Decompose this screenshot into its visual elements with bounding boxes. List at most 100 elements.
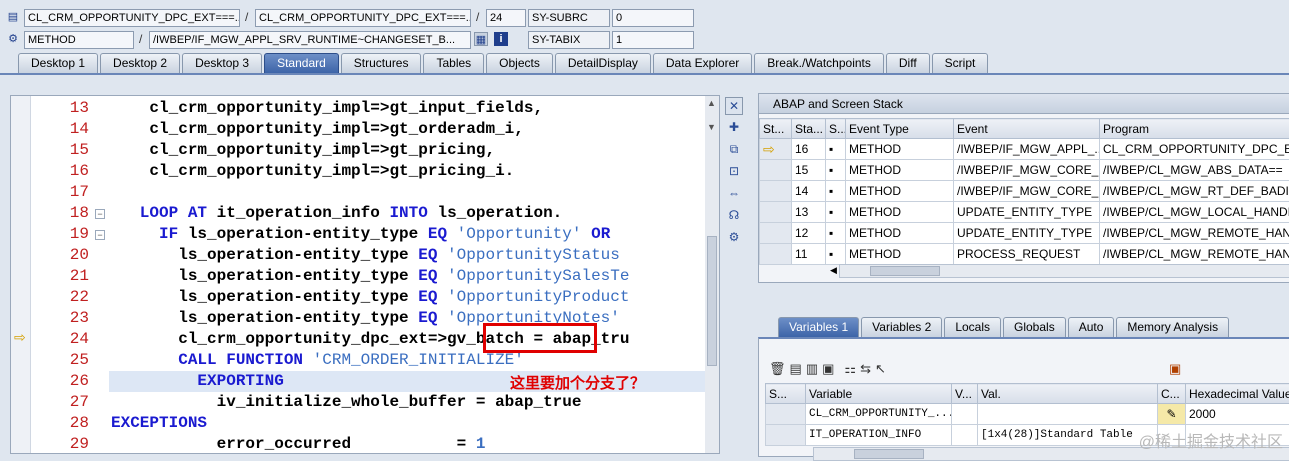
swap-tools-icon[interactable]: ⇔ — [725, 184, 743, 202]
column-header[interactable]: St... — [760, 119, 792, 139]
tab-memory-analysis[interactable]: Memory Analysis — [1116, 317, 1229, 337]
tab-standard[interactable]: Standard — [264, 53, 339, 73]
include-field[interactable]: CL_CRM_OPPORTUNITY_DPC_EXT===... — [255, 9, 471, 27]
replace-tool-icon[interactable]: ⧉ — [725, 140, 743, 158]
delete-icon[interactable]: 🗑 — [769, 361, 786, 377]
row-selector[interactable] — [766, 425, 806, 446]
column-header[interactable]: Program — [1100, 119, 1289, 139]
editor-scrollbar[interactable]: ▲ ▼ — [705, 96, 719, 454]
stack-horizontal-scrollbar[interactable]: ◀ — [839, 264, 1289, 278]
column-header[interactable]: C... — [1158, 384, 1186, 404]
maximize-icon[interactable]: ⊡ — [725, 162, 743, 180]
column-header[interactable]: Val. — [978, 384, 1158, 404]
row-selector[interactable] — [760, 223, 792, 244]
clear-row-icon[interactable]: ▣ — [822, 361, 834, 377]
tab-locals[interactable]: Locals — [944, 317, 1001, 337]
line-number: 17 — [31, 182, 89, 203]
services-icon[interactable]: ☊ — [725, 206, 743, 224]
variable-value[interactable] — [978, 404, 1158, 425]
edit-pencil-icon[interactable]: ✎ — [1158, 404, 1186, 425]
table-row[interactable]: 12 ▪ METHOD UPDATE_ENTITY_TYPE /IWBEP/CL… — [760, 223, 1289, 244]
scroll-thumb[interactable] — [854, 449, 924, 459]
column-header[interactable]: Sta... — [792, 119, 826, 139]
table-row[interactable]: CL_CRM_OPPORTUNITY_... ✎ 2000 — [766, 404, 1289, 425]
tab-globals[interactable]: Globals — [1003, 317, 1066, 337]
program-field[interactable]: CL_CRM_OPPORTUNITY_DPC_EXT===... — [24, 9, 240, 27]
tab-script[interactable]: Script — [932, 53, 989, 73]
column-header[interactable]: Event Type — [846, 119, 954, 139]
separator: / — [245, 8, 248, 26]
row-selector[interactable] — [760, 202, 792, 223]
tab-objects[interactable]: Objects — [486, 53, 553, 73]
tab-variables-1[interactable]: Variables 1 — [778, 317, 859, 337]
fold-toggle-icon[interactable]: − — [95, 209, 105, 219]
event-type: METHOD — [846, 139, 954, 160]
line-number: 14 — [31, 119, 89, 140]
column-header[interactable]: Hexadecimal Value — [1186, 384, 1289, 404]
code-line: cl_crm_opportunity_impl=>gt_input_fields… — [111, 98, 543, 119]
line-number: 18 — [31, 203, 89, 224]
line-number: 25 — [31, 350, 89, 371]
scroll-thumb[interactable] — [870, 266, 940, 276]
sy-tabix-label: SY-TABIX — [528, 31, 610, 49]
column-header[interactable]: V... — [952, 384, 978, 404]
variable-name[interactable]: CL_CRM_OPPORTUNITY_... — [806, 404, 952, 425]
tab-structures[interactable]: Structures — [341, 53, 422, 73]
current-stack-arrow-icon: ⇨ — [760, 139, 792, 160]
table-row[interactable]: 13 ▪ METHOD UPDATE_ENTITY_TYPE /IWBEP/CL… — [760, 202, 1289, 223]
tab-underline — [0, 73, 1289, 75]
info-icon[interactable]: i — [494, 32, 508, 46]
scroll-left-icon[interactable]: ◀ — [830, 265, 837, 276]
table-row[interactable]: 15 ▪ METHOD /IWBEP/IF_MGW_CORE_... /IWBE… — [760, 160, 1289, 181]
code-keyword: OR — [581, 225, 610, 243]
tab-desktop-1[interactable]: Desktop 1 — [18, 53, 98, 73]
variable-value[interactable]: [1x4(28)]Standard Table — [978, 425, 1158, 446]
fold-toggle-icon[interactable]: − — [95, 230, 105, 240]
event-type-field[interactable]: METHOD — [24, 31, 134, 49]
pointer-icon[interactable]: ↖ — [875, 361, 886, 377]
tab-variables-2[interactable]: Variables 2 — [861, 317, 942, 337]
close-panel-icon[interactable]: ✕ — [725, 97, 743, 115]
row-selector[interactable] — [760, 181, 792, 202]
row-selector[interactable] — [766, 404, 806, 425]
structure-icon[interactable]: ⚏ — [844, 361, 856, 377]
event-field[interactable]: /IWBEP/IF_MGW_APPL_SRV_RUNTIME~CHANGESET… — [149, 31, 471, 49]
tab-diff[interactable]: Diff — [886, 53, 930, 73]
transfer-icon[interactable]: ⇆ — [860, 361, 871, 377]
new-tool-icon[interactable]: ✚ — [725, 118, 743, 136]
table-row[interactable]: ⇨ 16 ▪ METHOD /IWBEP/IF_MGW_APPL_... CL_… — [760, 139, 1289, 160]
tab-tables[interactable]: Tables — [423, 53, 484, 73]
copy-row-icon[interactable]: ▥ — [806, 361, 818, 377]
sy-tabix-value[interactable]: 1 — [612, 31, 694, 49]
code-line: cl_crm_opportunity_impl=>gt_pricing_i. — [111, 161, 514, 182]
tab-desktop-3[interactable]: Desktop 3 — [182, 53, 262, 73]
table-row[interactable]: 14 ▪ METHOD /IWBEP/IF_MGW_CORE_... /IWBE… — [760, 181, 1289, 202]
scroll-thumb[interactable] — [707, 236, 717, 366]
tab-auto[interactable]: Auto — [1068, 317, 1115, 337]
display-icon[interactable]: ▦ — [474, 32, 488, 46]
insert-row-icon[interactable]: ▤ — [790, 361, 802, 377]
table-row[interactable]: 11 ▪ METHOD PROCESS_REQUEST /IWBEP/CL_MG… — [760, 244, 1289, 265]
row-selector[interactable] — [760, 244, 792, 265]
line-number-field[interactable]: 24 — [486, 9, 526, 27]
variable-name[interactable]: IT_OPERATION_INFO — [806, 425, 952, 446]
breakpoint-gutter[interactable] — [11, 96, 31, 453]
tab-detail-display[interactable]: DetailDisplay — [555, 53, 651, 73]
save-icon[interactable]: ▣ — [1169, 361, 1181, 377]
column-header[interactable]: Variable — [806, 384, 952, 404]
column-header[interactable]: S... — [766, 384, 806, 404]
tab-breakpoints[interactable]: Break./Watchpoints — [754, 53, 884, 73]
row-selector[interactable] — [760, 160, 792, 181]
tab-data-explorer[interactable]: Data Explorer — [653, 53, 752, 73]
settings-icon[interactable]: ⚙ — [725, 228, 743, 246]
line-number: 20 — [31, 245, 89, 266]
sy-subrc-value[interactable]: 0 — [612, 9, 694, 27]
code-line: iv_initialize_whole_buffer = abap_true — [111, 392, 581, 413]
column-header[interactable]: S... — [826, 119, 846, 139]
scroll-down-icon[interactable]: ▼ — [707, 122, 716, 132]
scroll-up-icon[interactable]: ▲ — [707, 98, 716, 108]
tab-desktop-2[interactable]: Desktop 2 — [100, 53, 180, 73]
code-line: CALL FUNCTION 'CRM_ORDER_INITIALIZE' — [111, 350, 524, 371]
source-code-editor[interactable]: ⇨ 13 cl_crm_opportunity_impl=>gt_input_f… — [10, 95, 720, 454]
column-header[interactable]: Event — [954, 119, 1100, 139]
